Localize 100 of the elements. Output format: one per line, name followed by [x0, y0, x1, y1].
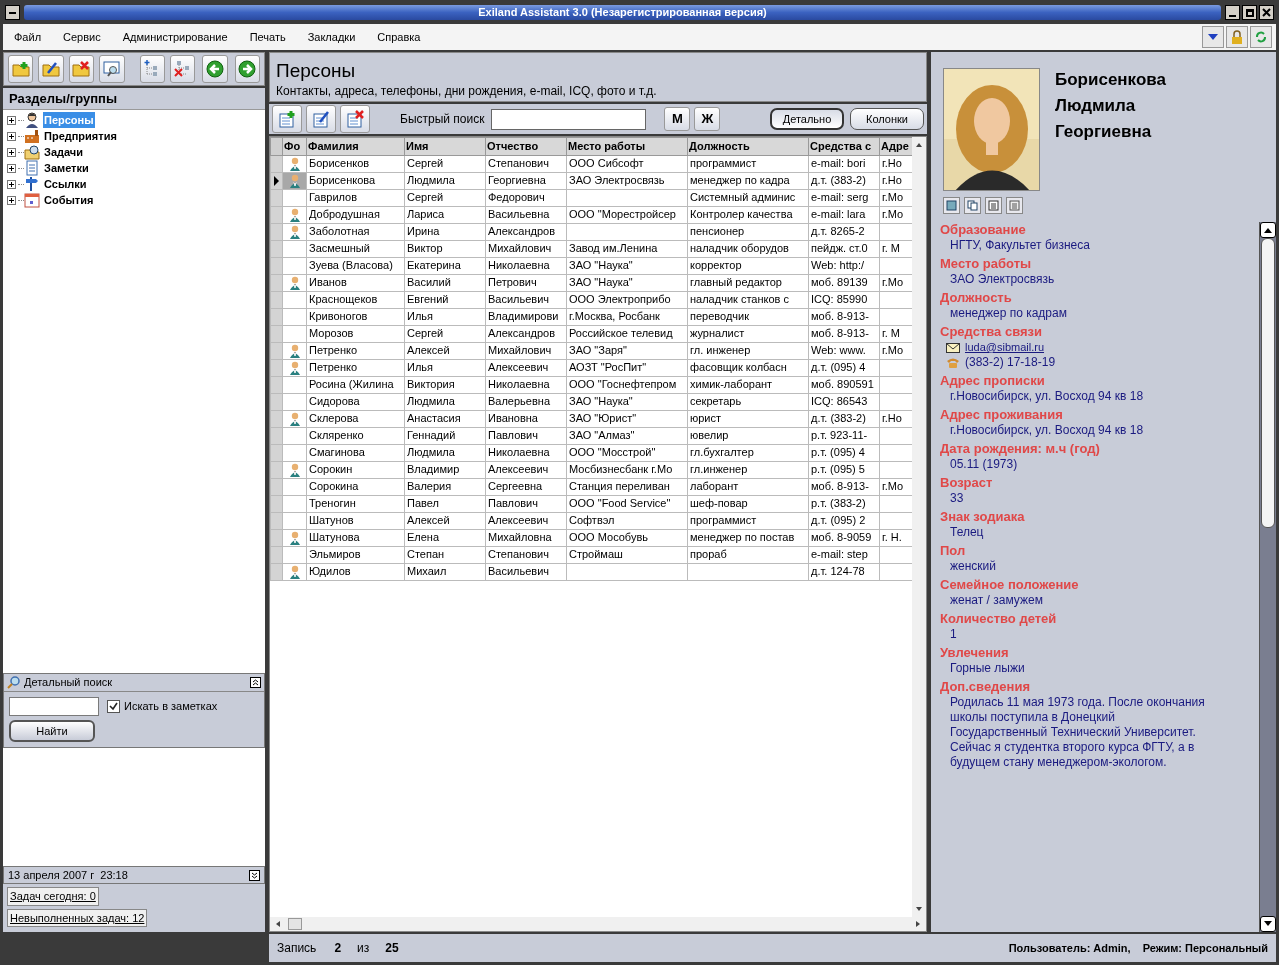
table-cell: Склерова [309, 412, 359, 424]
table-cell: Степанович [488, 157, 549, 169]
system-menu-icon[interactable] [5, 5, 20, 20]
expand-toggle[interactable] [7, 163, 16, 173]
person-icon [288, 173, 301, 188]
table-cell: Морозов [309, 327, 354, 339]
search-field[interactable] [9, 697, 99, 716]
dropdown-icon[interactable] [1202, 26, 1224, 48]
collapse-button[interactable] [250, 677, 261, 688]
table-cell: моб. 8-913- [811, 480, 869, 492]
scroll-right-icon[interactable] [914, 920, 922, 928]
tree-item[interactable]: Заметки [43, 159, 90, 177]
menu-item[interactable]: Печать [238, 28, 297, 46]
table-cell: программист [690, 157, 757, 169]
image-icon[interactable] [943, 197, 960, 214]
table-cell: Михайловна [488, 531, 552, 543]
email-link[interactable]: luda@sibmail.ru [965, 340, 1045, 355]
view-button[interactable]: Детально [770, 108, 844, 130]
person-icon [288, 275, 301, 290]
filter-button[interactable]: Ж [694, 107, 721, 131]
table-cell: ООО Электроприбо [569, 293, 671, 305]
tree-delete-icon [173, 60, 192, 78]
quick-search-field[interactable] [491, 108, 647, 130]
table-cell: Завод им.Ленина [569, 242, 658, 254]
module-subtitle: Контакты, адреса, телефоны, дни рождения, e-mail, ICQ, фото и т.д. [276, 83, 658, 100]
toolbar-button[interactable] [234, 55, 260, 83]
view-button[interactable]: Колонки [850, 108, 924, 130]
toolbar-button[interactable] [99, 55, 125, 83]
table-cell: Станция переливан [569, 480, 670, 492]
find-button[interactable]: Найти [9, 720, 95, 742]
table-cell: Васильевич [488, 565, 550, 577]
expand-button[interactable] [249, 869, 260, 881]
minimize-button[interactable] [1225, 5, 1240, 20]
table-cell: Ивановна [488, 412, 538, 424]
table-cell: e-mail: step [811, 548, 868, 560]
table-cell: моб. 8-9059 [811, 531, 872, 543]
tree-item[interactable]: События [43, 191, 95, 209]
scroll-thumb[interactable] [288, 918, 302, 930]
table-cell: юрист [690, 412, 722, 424]
scroll-left-icon[interactable] [274, 920, 282, 928]
scroll-up-button[interactable] [1260, 222, 1276, 238]
table-cell: пенсионер [690, 225, 745, 237]
filter-button[interactable]: М [664, 107, 691, 131]
document-icon[interactable] [985, 197, 1002, 214]
table-cell: менеджер по постав [690, 531, 795, 543]
tree-item[interactable]: Ссылки [43, 175, 88, 193]
menu-item[interactable]: Закладки [296, 28, 367, 46]
expand-toggle[interactable] [7, 195, 16, 205]
scroll-down-icon[interactable] [915, 905, 923, 913]
table-cell: Алексеевич [488, 463, 549, 475]
toolbar-button[interactable] [202, 55, 228, 83]
lock-icon[interactable] [1226, 26, 1248, 48]
table-cell: моб. 8-913- [811, 327, 869, 339]
toolbar-button[interactable] [306, 105, 336, 133]
tree-item[interactable]: Задачи [43, 143, 84, 161]
table-cell: Зуева (Власова) [309, 259, 393, 271]
table-cell: Василий [407, 276, 451, 288]
vertical-scrollbar[interactable] [1259, 222, 1276, 932]
table-cell: Людмила [407, 174, 455, 186]
expand-toggle[interactable] [7, 115, 16, 125]
table-cell: р.т. (095) 4 [811, 446, 865, 458]
menu-item[interactable]: Справка [366, 28, 432, 46]
list-icon[interactable] [1006, 197, 1023, 214]
toolbar-button[interactable] [340, 105, 370, 133]
table-cell: Виктор [407, 242, 443, 254]
horizontal-scrollbar[interactable] [270, 917, 926, 931]
table-cell: ЗАО Электросвязь [569, 174, 665, 186]
toolbar-button[interactable] [68, 55, 95, 83]
document-plus-icon [278, 110, 296, 128]
tree-item[interactable]: Предприятия [43, 127, 118, 145]
scroll-down-button[interactable] [1260, 916, 1276, 932]
table-cell: Степан [407, 548, 445, 560]
task-link[interactable]: Невыполненных задач: 12 [7, 908, 148, 927]
table-cell: д.т. 8265-2 [811, 225, 865, 237]
factory-icon [24, 128, 40, 144]
toolbar-button[interactable] [38, 55, 64, 83]
toolbar-button[interactable] [272, 105, 302, 133]
close-button[interactable] [1259, 5, 1274, 20]
menu-item[interactable]: Файл [3, 28, 53, 46]
table-cell: ООО "Мосстрой" [569, 446, 656, 458]
checkbox[interactable] [107, 700, 120, 713]
copy-icon[interactable] [964, 197, 981, 214]
table-cell: корректор [690, 259, 742, 271]
scroll-up-icon[interactable] [915, 141, 923, 149]
table-cell: г.Москва, Росбанк [569, 310, 660, 322]
expand-toggle[interactable] [7, 131, 16, 141]
toolbar-button[interactable] [8, 55, 34, 83]
field-label: Увлечения [940, 645, 1010, 661]
toolbar-button[interactable] [169, 55, 196, 83]
menu-item[interactable]: Администрирование [111, 28, 239, 46]
task-link[interactable]: Задач сегодня: 0 [7, 887, 99, 906]
refresh-icon[interactable] [1250, 26, 1272, 48]
maximize-button[interactable] [1242, 5, 1257, 20]
vertical-scrollbar[interactable] [912, 137, 926, 917]
scroll-thumb[interactable] [1261, 238, 1275, 528]
menu-item[interactable]: Сервис [52, 28, 112, 46]
expand-toggle[interactable] [7, 179, 16, 189]
field-label: Средства связи [940, 324, 1043, 340]
expand-toggle[interactable] [7, 147, 16, 157]
column-header[interactable]: Имя [406, 140, 429, 152]
